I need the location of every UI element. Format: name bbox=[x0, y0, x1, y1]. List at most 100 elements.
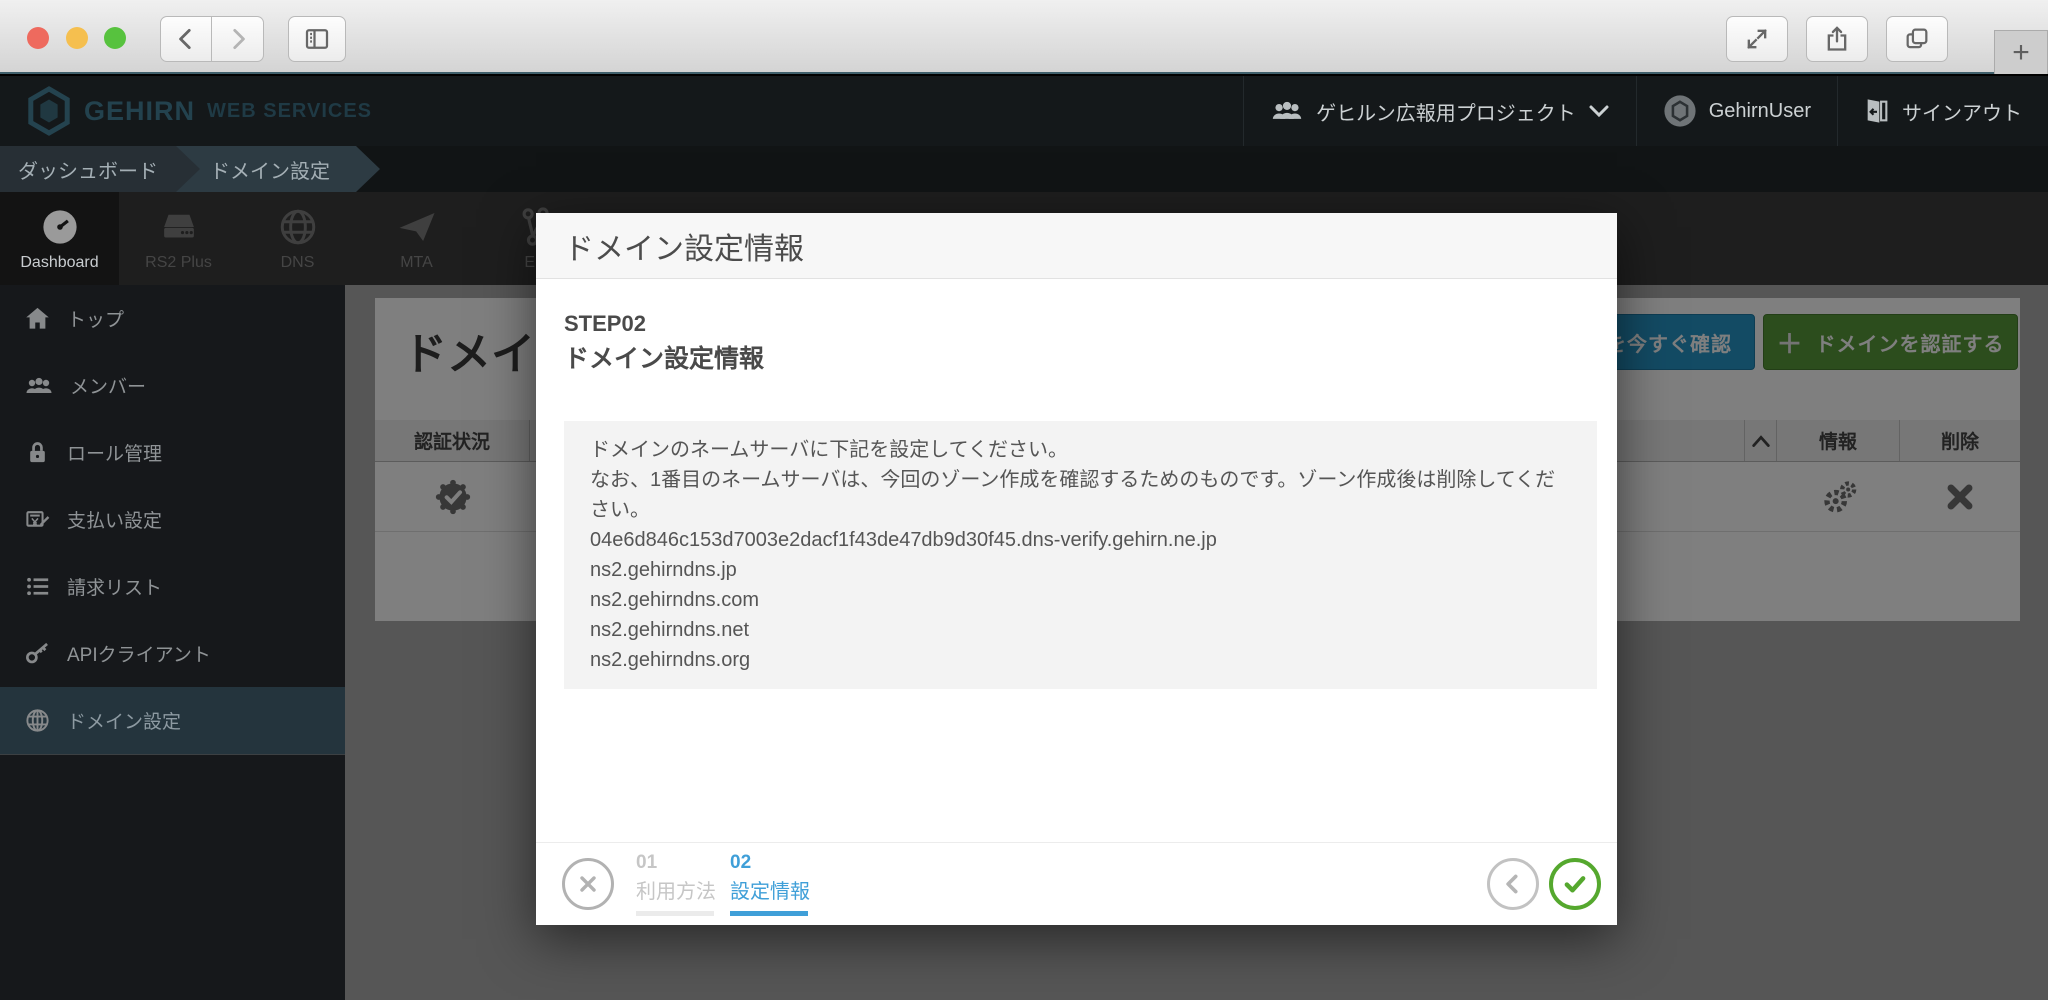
wizard-steps: 01 利用方法 02 設定情報 bbox=[636, 852, 808, 916]
close-window-button[interactable] bbox=[27, 27, 49, 49]
sidebar: トップ メンバー ロール管理 支払い設定 請求リスト APIクライアント ドメイ… bbox=[0, 285, 345, 1000]
avatar-icon bbox=[1663, 94, 1697, 128]
info-line: ns2.gehirndns.net bbox=[590, 615, 1571, 645]
lock-icon bbox=[24, 439, 51, 466]
signout-button[interactable]: サインアウト bbox=[1837, 76, 2048, 146]
breadcrumb-dashboard[interactable]: ダッシュボード bbox=[0, 146, 200, 192]
info-line: なお、1番目のネームサーバは、今回のゾーン作成を確認するためのものです。ゾーン作… bbox=[590, 465, 1571, 525]
payment-icon bbox=[24, 506, 51, 533]
sidebar-label: APIクライアント bbox=[67, 640, 211, 667]
nav-label: RS2 Plus bbox=[145, 254, 212, 272]
column-info[interactable]: 情報 bbox=[1777, 420, 1900, 461]
info-line: ドメインのネームサーバに下記を設定してください。 bbox=[590, 435, 1571, 465]
info-line: 04e6d846c153d7003e2dacf1f43de47db9d30f45… bbox=[590, 525, 1571, 555]
tab-overview-button[interactable] bbox=[1886, 16, 1948, 62]
nav-item-dashboard[interactable]: Dashboard bbox=[0, 192, 119, 285]
column-sort[interactable] bbox=[1745, 420, 1777, 461]
verify-domain-button[interactable]: ＋ ドメインを認証する bbox=[1763, 314, 2018, 370]
list-icon bbox=[24, 573, 51, 600]
sidebar-divider bbox=[0, 754, 345, 755]
modal-header: ドメイン設定情報 bbox=[536, 213, 1617, 279]
modal-title: ドメイン設定情報 bbox=[564, 224, 804, 268]
share-button[interactable] bbox=[1806, 16, 1868, 62]
zoom-window-button[interactable] bbox=[104, 27, 126, 49]
badge-check-icon bbox=[433, 477, 473, 517]
sidebar-item-members[interactable]: メンバー bbox=[0, 352, 345, 419]
plus-icon: + bbox=[2012, 36, 2030, 70]
status-cell bbox=[375, 462, 530, 531]
users-icon bbox=[24, 374, 54, 398]
step-title: ドメイン設定情報 bbox=[564, 339, 1597, 375]
step-01-usage[interactable]: 01 利用方法 bbox=[636, 852, 714, 916]
user-menu[interactable]: GehirnUser bbox=[1636, 76, 1837, 146]
sidebar-item-top[interactable]: トップ bbox=[0, 285, 345, 352]
step-02-settings[interactable]: 02 設定情報 bbox=[730, 852, 808, 916]
sidebar-label: 請求リスト bbox=[67, 573, 162, 600]
globe-grid-icon bbox=[24, 707, 51, 734]
sidebar-label: 支払い設定 bbox=[67, 506, 162, 533]
sidebar-item-roles[interactable]: ロール管理 bbox=[0, 419, 345, 486]
new-tab-button[interactable]: + bbox=[1994, 30, 2048, 74]
home-icon bbox=[24, 305, 51, 332]
gehirn-logo[interactable]: GEHIRN WEB SERVICES bbox=[26, 86, 372, 136]
modal-close-button[interactable] bbox=[562, 858, 614, 910]
delete-x-icon[interactable] bbox=[1942, 479, 1978, 515]
step-underline bbox=[730, 911, 808, 916]
signout-label: サインアウト bbox=[1902, 97, 2022, 126]
nameserver-info-box: ドメインのネームサーバに下記を設定してください。 なお、1番目のネームサーバは、… bbox=[564, 421, 1597, 689]
column-status[interactable]: 認証状況 bbox=[375, 420, 530, 461]
browser-forward-button[interactable] bbox=[212, 16, 264, 62]
info-line: ns2.gehirndns.com bbox=[590, 585, 1571, 615]
fullscreen-icon bbox=[1743, 25, 1771, 53]
project-name: ゲヒルン広報用プロジェクト bbox=[1316, 97, 1576, 126]
sidebar-label: トップ bbox=[67, 305, 124, 332]
modal-confirm-button[interactable] bbox=[1549, 858, 1601, 910]
info-line: ns2.gehirndns.jp bbox=[590, 555, 1571, 585]
signout-door-icon bbox=[1864, 97, 1890, 125]
check-icon bbox=[1560, 869, 1590, 899]
app-header: GEHIRN WEB SERVICES ゲヒルン広報用プロジェクト Gehirn… bbox=[0, 76, 2048, 146]
column-delete[interactable]: 削除 bbox=[1900, 420, 2020, 461]
chevron-left-icon bbox=[1500, 871, 1526, 897]
close-x-icon bbox=[576, 872, 600, 896]
server-icon bbox=[158, 206, 200, 248]
globe-icon bbox=[277, 206, 319, 248]
minimize-window-button[interactable] bbox=[66, 27, 88, 49]
key-icon bbox=[24, 640, 51, 667]
project-selector[interactable]: ゲヒルン広報用プロジェクト bbox=[1243, 76, 1636, 146]
sidebar-item-invoices[interactable]: 請求リスト bbox=[0, 553, 345, 620]
brand-name: GEHIRN bbox=[84, 96, 195, 127]
chevron-left-icon bbox=[173, 26, 199, 52]
sidebar-label: ロール管理 bbox=[67, 439, 162, 466]
tabs-icon bbox=[1903, 25, 1931, 53]
step-label: STEP02 bbox=[564, 311, 1597, 337]
nav-label: MTA bbox=[400, 254, 433, 272]
modal-body: STEP02 ドメイン設定情報 ドメインのネームサーバに下記を設定してください。… bbox=[536, 279, 1617, 689]
browser-back-button[interactable] bbox=[160, 16, 212, 62]
delete-cell bbox=[1900, 462, 2020, 531]
sidebar-item-domain-settings[interactable]: ドメイン設定 bbox=[0, 687, 345, 754]
breadcrumb-domain-settings[interactable]: ドメイン設定 bbox=[176, 146, 380, 192]
app-viewport: GEHIRN WEB SERVICES ゲヒルン広報用プロジェクト Gehirn… bbox=[0, 76, 2048, 1000]
sidebar-label: ドメイン設定 bbox=[67, 707, 181, 734]
sidebar-item-api-clients[interactable]: APIクライアント bbox=[0, 620, 345, 687]
nav-label: DNS bbox=[281, 254, 315, 272]
nav-item-mta[interactable]: MTA bbox=[357, 192, 476, 285]
nav-item-dns[interactable]: DNS bbox=[238, 192, 357, 285]
paper-plane-icon bbox=[396, 206, 438, 248]
domain-settings-modal: ドメイン設定情報 STEP02 ドメイン設定情報 ドメインのネームサーバに下記を… bbox=[536, 213, 1617, 925]
people-icon bbox=[1270, 98, 1304, 124]
sidebar-item-payment[interactable]: 支払い設定 bbox=[0, 486, 345, 553]
gears-icon[interactable] bbox=[1819, 477, 1859, 517]
fullscreen-button[interactable] bbox=[1726, 16, 1788, 62]
step-underline bbox=[636, 911, 714, 916]
sidebar-toggle-button[interactable] bbox=[288, 16, 346, 62]
modal-back-button[interactable] bbox=[1487, 858, 1539, 910]
hexagon-logo-icon bbox=[26, 86, 72, 136]
dashboard-icon bbox=[39, 206, 81, 248]
nav-label: Dashboard bbox=[20, 254, 98, 272]
nav-item-rs2plus[interactable]: RS2 Plus bbox=[119, 192, 238, 285]
plus-icon: ＋ bbox=[1776, 324, 1803, 361]
modal-footer: 01 利用方法 02 設定情報 bbox=[536, 842, 1617, 925]
breadcrumb: ダッシュボード ドメイン設定 bbox=[0, 146, 2048, 192]
